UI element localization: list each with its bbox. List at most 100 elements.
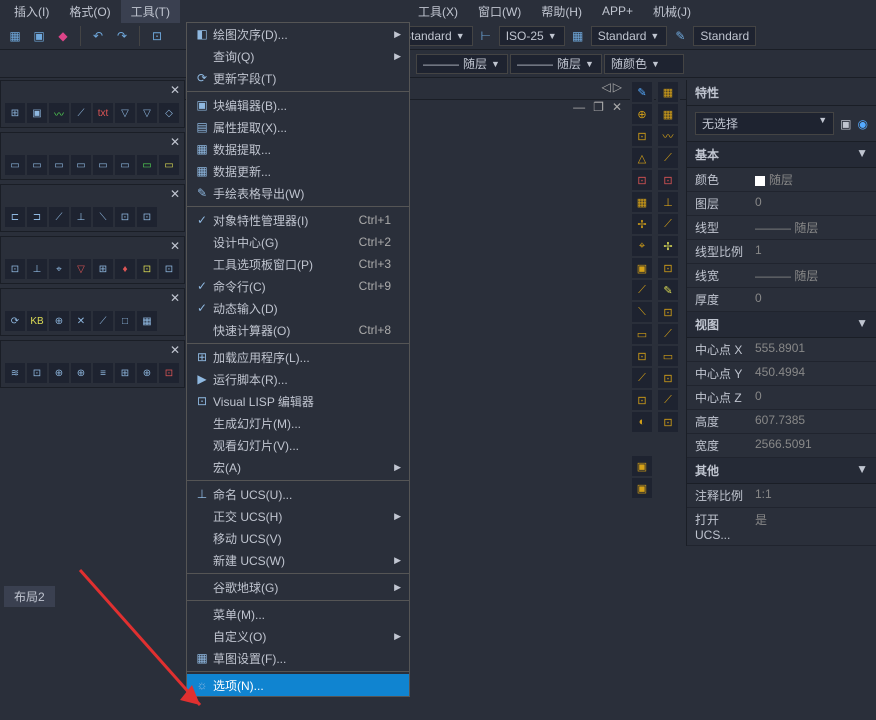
rs-btn[interactable]: ⊡ [658, 258, 678, 278]
pal-btn[interactable]: ⊡ [159, 363, 179, 383]
restore-icon[interactable]: ❐ [593, 100, 604, 114]
menu-help[interactable]: 帮助(H) [531, 0, 592, 23]
rs-btn[interactable]: ⊥ [658, 192, 678, 212]
menu-insert[interactable]: 插入(I) [4, 0, 59, 23]
pal-btn[interactable]: ▭ [71, 155, 91, 175]
pal-btn[interactable]: ⟋ [71, 103, 91, 123]
style3-combo[interactable]: Standard [693, 26, 756, 46]
pal-btn[interactable]: ♦ [115, 259, 135, 279]
dim-icon[interactable]: ⊢ [475, 25, 497, 47]
pal-btn[interactable]: ▣ [27, 103, 47, 123]
pal-btn[interactable]: ▦ [137, 311, 157, 331]
rs-btn[interactable]: ⟋ [658, 148, 678, 168]
rs-btn[interactable]: ⊡ [632, 346, 652, 366]
rs-btn[interactable]: ⟋ [632, 280, 652, 300]
menu-item[interactable]: 正交 UCS(H)▶ [187, 505, 409, 527]
rs-btn[interactable]: ⌖ [632, 236, 652, 256]
pal-btn[interactable]: ▽ [71, 259, 91, 279]
rs-btn[interactable]: ◐ [632, 412, 652, 432]
rs-btn[interactable]: ▣ [632, 456, 652, 476]
menu-item[interactable]: ☼选项(N)... [187, 674, 409, 696]
section-basic[interactable]: 基本▼ [687, 142, 876, 168]
menu-item[interactable]: ▦草图设置(F)... [187, 647, 409, 669]
rs-btn[interactable]: ⟋ [658, 324, 678, 344]
property-row[interactable]: 线型——— 随层 [687, 216, 876, 240]
menu-item[interactable]: ◧绘图次序(D)...▶ [187, 23, 409, 45]
pal-btn[interactable]: ⊡ [5, 259, 25, 279]
rs-btn[interactable]: ▦ [658, 82, 678, 102]
pal-btn[interactable]: ▭ [27, 155, 47, 175]
pal-btn[interactable]: ⊥ [27, 259, 47, 279]
menu-item[interactable]: ▤属性提取(X)... [187, 116, 409, 138]
menu-item[interactable]: ⊞加载应用程序(L)... [187, 346, 409, 368]
property-row[interactable]: 颜色随层 [687, 168, 876, 192]
rs-btn[interactable]: ▦ [658, 104, 678, 124]
layer-combo-2[interactable]: ——— 随层▼ [510, 54, 602, 74]
pal-btn[interactable]: ⟳ [5, 311, 25, 331]
menu-item[interactable]: 自定义(O)▶ [187, 625, 409, 647]
menu-app[interactable]: APP+ [592, 1, 643, 21]
menu-item[interactable]: ⊥命名 UCS(U)... [187, 483, 409, 505]
rs-btn[interactable]: ▭ [658, 346, 678, 366]
view-nav-icon[interactable]: ▷ [613, 80, 622, 94]
menu-item[interactable]: ⊡Visual LISP 编辑器 [187, 390, 409, 412]
view-nav-icon[interactable]: ◁ [602, 80, 611, 94]
rs-btn[interactable]: ⟋ [658, 390, 678, 410]
pal-btn[interactable]: ▽ [115, 103, 135, 123]
pal-btn[interactable]: ▽ [137, 103, 157, 123]
pal-btn[interactable]: ◇ [159, 103, 179, 123]
redo-icon[interactable]: ↷ [111, 25, 133, 47]
tool-icon[interactable]: ▦ [4, 25, 26, 47]
pal-btn[interactable]: ≡ [93, 363, 113, 383]
section-other[interactable]: 其他▼ [687, 458, 876, 484]
property-row[interactable]: 注释比例1:1 [687, 484, 876, 508]
pal-btn[interactable]: ⟋ [49, 207, 69, 227]
pal-btn[interactable]: ▭ [49, 155, 69, 175]
pal-btn[interactable]: ⊐ [27, 207, 47, 227]
close-icon[interactable]: ✕ [612, 100, 622, 114]
close-icon[interactable]: ✕ [170, 291, 180, 305]
rs-btn[interactable]: ⊡ [658, 170, 678, 190]
menu-item[interactable]: ✓对象特性管理器(I)Ctrl+1 [187, 209, 409, 231]
rs-btn[interactable]: ⟍ [632, 302, 652, 322]
layout-tab[interactable]: 布局2 [4, 586, 55, 607]
pal-btn[interactable]: KB [27, 311, 47, 331]
pal-btn[interactable]: ⊡ [27, 363, 47, 383]
select-icon[interactable]: ▣ [840, 117, 851, 131]
menu-tools[interactable]: 工具(T) [121, 0, 180, 23]
menu-item[interactable]: 菜单(M)... [187, 603, 409, 625]
menu-item[interactable]: 谷歌地球(G)▶ [187, 576, 409, 598]
menu-toolsx[interactable]: 工具(X) [408, 0, 468, 23]
property-row[interactable]: 厚度0 [687, 288, 876, 312]
property-row[interactable]: 图层0 [687, 192, 876, 216]
pal-btn[interactable]: ⊡ [159, 259, 179, 279]
layer-combo-1[interactable]: ——— 随层▼ [416, 54, 508, 74]
pal-btn[interactable]: ⊥ [71, 207, 91, 227]
tool-icon[interactable]: ⊡ [146, 25, 168, 47]
pal-btn[interactable]: ⊞ [115, 363, 135, 383]
rs-btn[interactable]: ⊕ [632, 104, 652, 124]
rs-btn[interactable]: ▣ [632, 478, 652, 498]
pal-btn[interactable]: ⊡ [115, 207, 135, 227]
pal-btn[interactable]: ⟋ [93, 311, 113, 331]
menu-item[interactable]: ✓命令行(C)Ctrl+9 [187, 275, 409, 297]
property-row[interactable]: 高度607.7385 [687, 410, 876, 434]
rs-btn[interactable]: ✢ [658, 236, 678, 256]
rs-btn[interactable]: ✎ [658, 280, 678, 300]
rs-btn[interactable]: ⟋ [658, 214, 678, 234]
property-row[interactable]: 中心点 X555.8901 [687, 338, 876, 362]
rs-btn[interactable]: ▣ [632, 258, 652, 278]
rs-btn[interactable]: ✎ [632, 82, 652, 102]
pal-btn[interactable]: ⊕ [71, 363, 91, 383]
menu-item[interactable]: 生成幻灯片(M)... [187, 412, 409, 434]
menu-item[interactable]: 宏(A)▶ [187, 456, 409, 478]
rs-btn[interactable]: ⊡ [632, 170, 652, 190]
menu-item[interactable]: 观看幻灯片(V)... [187, 434, 409, 456]
pal-btn[interactable]: ▭ [137, 155, 157, 175]
section-view[interactable]: 视图▼ [687, 312, 876, 338]
pal-btn[interactable]: ⊏ [5, 207, 25, 227]
table-icon[interactable]: ▦ [567, 25, 589, 47]
property-row[interactable]: 线型比例1 [687, 240, 876, 264]
pal-btn[interactable]: ≋ [5, 363, 25, 383]
menu-window[interactable]: 窗口(W) [468, 0, 531, 23]
